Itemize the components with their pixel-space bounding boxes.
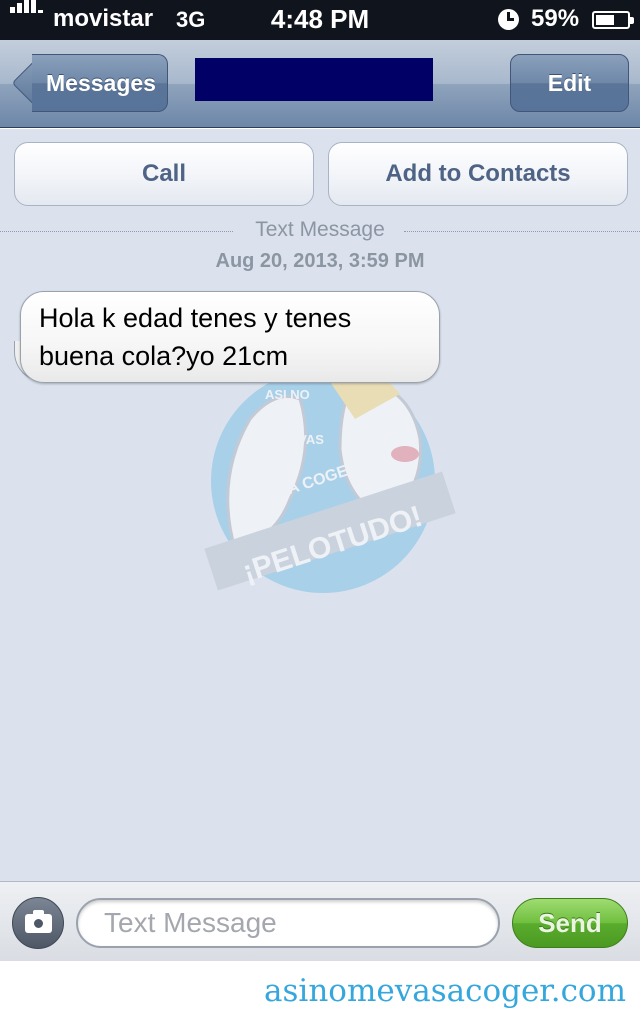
footer: asinomevasacoger.com xyxy=(0,961,640,1025)
battery-icon xyxy=(592,11,634,29)
message-input[interactable] xyxy=(76,898,500,948)
nav-bar: Messages Edit xyxy=(0,40,640,128)
redacted-contact-title xyxy=(195,58,433,101)
send-button[interactable]: Send xyxy=(512,898,628,948)
add-to-contacts-button[interactable]: Add to Contacts xyxy=(328,142,628,206)
edit-button[interactable]: Edit xyxy=(510,54,629,112)
battery-percent: 59% xyxy=(531,5,580,32)
call-button[interactable]: Call xyxy=(14,142,314,206)
compose-bar: Send xyxy=(0,881,640,961)
watermark-text: ME VAS xyxy=(275,432,324,447)
clock-icon xyxy=(498,9,519,30)
brand-watermark-url: asinomevasacoger.com xyxy=(264,973,626,1009)
battery-fill xyxy=(596,15,614,25)
camera-button[interactable] xyxy=(12,897,64,949)
message-type-label: Text Message xyxy=(255,218,385,241)
status-bar: movistar 3G 4:48 PM 59% xyxy=(0,0,640,40)
watermark-text: ASI NO xyxy=(265,387,310,402)
message-bubble[interactable]: Hola k edad tenes y tenes buena cola?yo … xyxy=(20,291,440,383)
watermark-logo: ASI NO ME VAS A COGER ¡PELOTUDO! xyxy=(204,364,456,593)
back-button[interactable]: Messages xyxy=(11,54,168,112)
message-text: Hola k edad tenes y tenes buena cola?yo … xyxy=(39,303,352,371)
back-button-label: Messages xyxy=(46,70,156,96)
message-timestamp: Aug 20, 2013, 3:59 PM xyxy=(215,250,425,272)
conversation-area[interactable]: Call Add to Contacts Text Message Aug 20… xyxy=(0,129,640,881)
